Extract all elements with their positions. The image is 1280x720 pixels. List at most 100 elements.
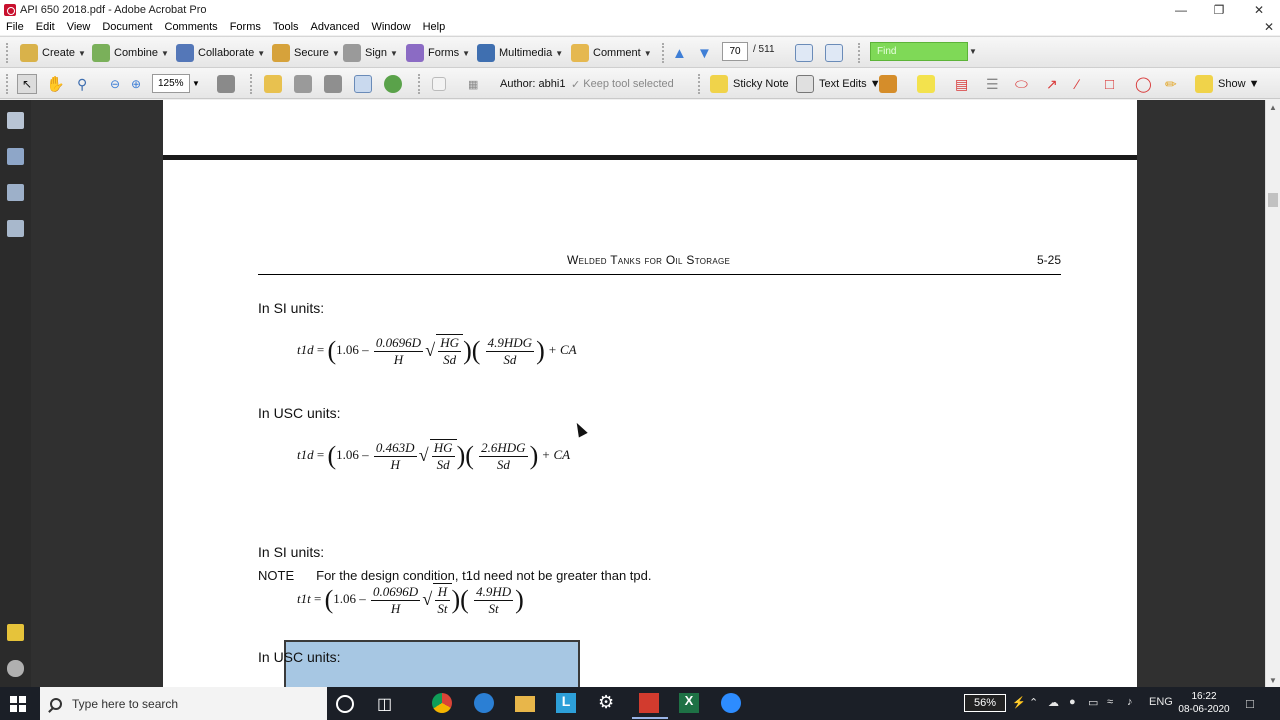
attachments-icon[interactable] <box>7 660 24 677</box>
toolbar-grip[interactable] <box>418 74 421 94</box>
text-box-icon[interactable]: ☰ <box>986 74 999 94</box>
open-folder-icon[interactable] <box>264 74 282 94</box>
equation-t1d-usc: t1d = (1.06 – 0.463DH HGSd)( 2.6HDGSd) +… <box>297 439 570 473</box>
chrome-icon[interactable] <box>432 693 452 713</box>
power-plug-icon[interactable]: ⚡ <box>1012 696 1026 709</box>
toolbar-grip[interactable] <box>662 43 665 63</box>
clock[interactable]: 16:22 08-06-2020 <box>1178 690 1230 716</box>
menu-comments[interactable]: Comments <box>165 21 218 33</box>
web-icon[interactable] <box>384 74 402 94</box>
toolbar-grip[interactable] <box>250 74 253 94</box>
task-view-icon[interactable]: ◫ <box>377 694 399 716</box>
wifi-icon[interactable]: ≈ <box>1107 696 1113 708</box>
secure-button[interactable]: Secure ▼ <box>272 43 340 63</box>
close-document-icon[interactable]: ✕ <box>1264 20 1274 34</box>
vertical-scrollbar[interactable]: ▲ ▼ <box>1265 100 1280 687</box>
volume-icon[interactable]: ♪ <box>1127 696 1133 708</box>
forms-button[interactable]: Forms ▼ <box>406 43 470 63</box>
next-page-icon[interactable]: ▼ <box>697 43 712 63</box>
highlight-text-icon[interactable] <box>917 74 935 94</box>
minimize-button[interactable]: — <box>1162 0 1200 19</box>
toolbar-grip[interactable] <box>698 74 701 94</box>
rectangle-tool-icon[interactable]: □ <box>1105 74 1114 94</box>
menu-forms[interactable]: Forms <box>230 21 261 33</box>
sticky-note-button[interactable]: Sticky Note <box>710 74 789 94</box>
print-icon[interactable] <box>294 74 312 94</box>
arrow-tool-icon[interactable]: ↗ <box>1046 74 1058 94</box>
layers-icon[interactable] <box>7 184 24 201</box>
zoom-level-input[interactable]: 125% <box>152 74 190 93</box>
sign-button[interactable]: Sign ▼ <box>343 43 398 63</box>
email-icon[interactable] <box>354 74 372 94</box>
create-button[interactable]: Create ▼ <box>20 43 86 63</box>
menu-edit[interactable]: Edit <box>36 21 55 33</box>
lync-icon[interactable]: L <box>556 693 576 713</box>
zoom-app-icon[interactable] <box>721 693 741 713</box>
save-icon[interactable] <box>324 74 342 94</box>
marquee-zoom-icon[interactable]: ⚲ <box>77 74 87 94</box>
callout-icon[interactable]: ▤ <box>955 74 968 94</box>
zoom-dropdown-icon[interactable]: ▼ <box>192 79 200 88</box>
menu-window[interactable]: Window <box>371 21 410 33</box>
show-button[interactable]: Show ▼ <box>1195 74 1259 94</box>
pages-icon[interactable] <box>7 112 24 129</box>
find-dropdown-icon[interactable]: ▼ <box>969 47 977 56</box>
document-view[interactable]: Welded Tanks for Oil Storage 5-25 In SI … <box>31 100 1265 687</box>
full-screen-icon[interactable] <box>825 43 843 63</box>
line-tool-icon[interactable]: ∕ <box>1076 74 1078 94</box>
acrobat-taskbar-icon[interactable] <box>632 693 668 719</box>
grid-icon[interactable]: ▦ <box>468 74 478 94</box>
close-button[interactable]: ✕ <box>1240 0 1278 19</box>
pencil-tool-icon[interactable]: ✏ <box>1165 74 1177 94</box>
snapshot-icon[interactable] <box>217 74 235 94</box>
zoom-in-icon[interactable]: ⊕ <box>131 74 141 94</box>
language-indicator[interactable]: ENG <box>1149 696 1173 708</box>
settings-gear-icon[interactable]: ⚙ <box>598 692 620 714</box>
windows-start-icon[interactable] <box>10 696 26 712</box>
microphone-icon[interactable]: ● <box>1069 696 1076 708</box>
file-explorer-icon[interactable] <box>515 696 535 712</box>
toolbar-grip[interactable] <box>858 43 861 63</box>
signatures-icon[interactable] <box>7 220 24 237</box>
properties-icon[interactable] <box>432 74 446 94</box>
menu-advanced[interactable]: Advanced <box>311 21 360 33</box>
battery-icon[interactable]: ▭ <box>1088 696 1098 709</box>
scroll-up-icon[interactable]: ▲ <box>1269 103 1277 112</box>
bookmarks-icon[interactable] <box>7 148 24 165</box>
collaborate-button[interactable]: Collaborate ▼ <box>176 43 265 63</box>
text-edits-button[interactable]: Text Edits ▼ <box>796 74 881 94</box>
toolbar-grip[interactable] <box>6 43 9 63</box>
menu-file[interactable]: File <box>6 21 24 33</box>
fit-page-icon[interactable] <box>795 43 813 63</box>
toolbar-grip[interactable] <box>6 74 9 94</box>
page-number-input[interactable]: 70 <box>722 42 748 61</box>
notifications-icon[interactable]: □ <box>1246 696 1254 711</box>
scroll-down-icon[interactable]: ▼ <box>1269 676 1277 685</box>
edge-icon[interactable] <box>474 693 494 713</box>
cortana-icon[interactable] <box>336 695 354 713</box>
stamp-icon[interactable] <box>879 74 897 94</box>
menu-document[interactable]: Document <box>102 21 152 33</box>
onedrive-icon[interactable]: ☁ <box>1048 696 1059 709</box>
menu-help[interactable]: Help <box>423 21 446 33</box>
comments-icon[interactable] <box>7 624 24 641</box>
menu-view[interactable]: View <box>67 21 91 33</box>
comment-button[interactable]: Comment ▼ <box>571 43 652 63</box>
multimedia-button[interactable]: Multimedia ▼ <box>477 43 563 63</box>
previous-page-icon[interactable]: ▲ <box>672 43 687 63</box>
zoom-out-icon[interactable]: ⊖ <box>110 74 120 94</box>
select-tool-icon[interactable]: ↖ <box>17 74 37 94</box>
hand-tool-icon[interactable]: ✋ <box>46 74 65 94</box>
show-hidden-icons[interactable]: ⌃ <box>1029 696 1038 709</box>
restore-button[interactable]: ❐ <box>1200 0 1238 19</box>
menu-tools[interactable]: Tools <box>273 21 299 33</box>
battery-indicator[interactable]: 56% <box>964 694 1006 712</box>
taskbar-search[interactable]: Type here to search <box>40 687 327 720</box>
combine-button[interactable]: Combine ▼ <box>92 43 169 63</box>
cloud-tool-icon[interactable]: ⬭ <box>1015 74 1028 94</box>
oval-tool-icon[interactable]: ◯ <box>1135 74 1152 94</box>
keep-tool-checkbox[interactable]: ✓ Keep tool selected <box>571 74 674 94</box>
scroll-thumb[interactable] <box>1268 193 1278 207</box>
find-input[interactable]: Find <box>870 42 968 61</box>
excel-icon[interactable]: X <box>679 693 699 713</box>
